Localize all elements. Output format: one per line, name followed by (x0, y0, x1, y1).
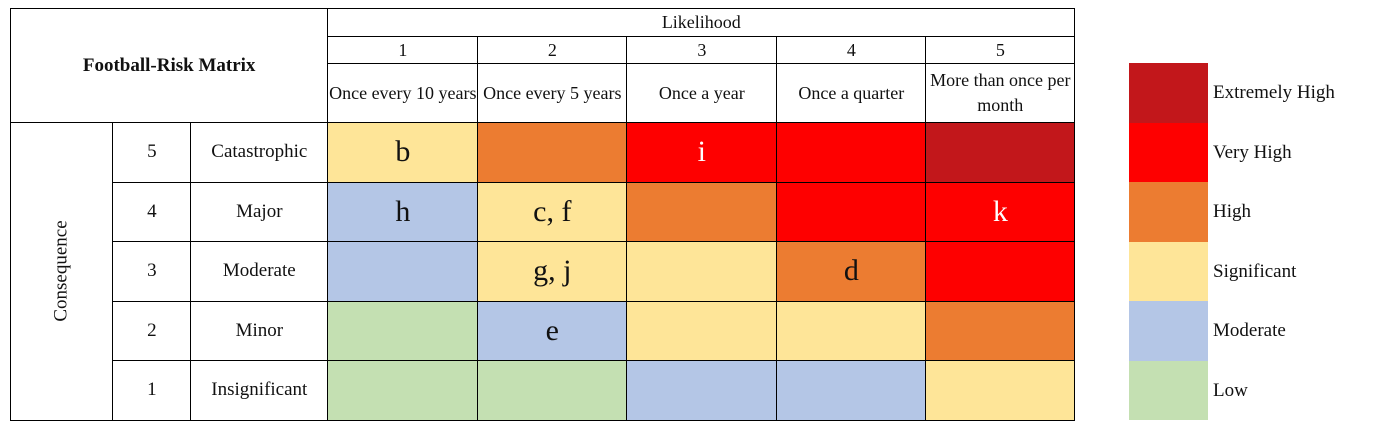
consequence-desc-4: Major (190, 181, 329, 242)
consequence-row-4: 4 Major h c, f k (11, 181, 1076, 242)
legend-label: Significant (1213, 260, 1297, 282)
legend-swatch (1129, 301, 1208, 361)
risk-cell-c5-l2 (477, 122, 628, 183)
risk-item-label: h (395, 194, 411, 228)
risk-cell-c2-l3 (626, 300, 778, 361)
risk-cell-c3-l2: g, j (477, 241, 628, 302)
likelihood-level-5: 5 (925, 36, 1076, 64)
likelihood-desc-3: Once a year (626, 63, 778, 123)
risk-cell-c1-l4 (776, 360, 927, 421)
consequence-level-5: 5 (112, 122, 192, 183)
risk-item-label: g, j (533, 254, 572, 288)
consequence-desc-5: Catastrophic (190, 122, 329, 183)
risk-cell-c1-l3 (626, 360, 778, 421)
likelihood-desc-2: Once every 5 years (477, 63, 628, 123)
risk-item-label: k (992, 194, 1008, 228)
risk-cell-c3-l1 (327, 241, 479, 302)
legend-swatch (1129, 63, 1208, 123)
risk-cell-c2-l2: e (477, 300, 628, 361)
risk-cell-c2-l1 (327, 300, 479, 361)
consequence-level-3: 3 (112, 241, 192, 302)
legend-swatch (1129, 241, 1208, 301)
consequence-level-1: 1 (112, 360, 192, 421)
likelihood-desc-5: More than once per month (925, 63, 1076, 123)
matrix-title: Football-Risk Matrix (9, 8, 329, 123)
likelihood-level-4: 4 (776, 36, 927, 64)
legend-swatch (1129, 122, 1208, 182)
consequence-row-5: Consequence 5 Catastrophic b i (9, 122, 1076, 421)
legend-label: High (1213, 201, 1251, 222)
consequence-row-2: 2 Minor e (11, 300, 1076, 361)
risk-cell-c2-l5 (925, 300, 1076, 361)
risk-cell-c5-l4 (776, 122, 927, 183)
risk-cell-c1-l2 (477, 360, 628, 421)
consequence-level-2: 2 (112, 300, 192, 361)
likelihood-desc-1: Once every 10 years (327, 63, 479, 123)
risk-cell-c4-l4 (776, 181, 927, 242)
legend-label: Moderate (1213, 320, 1286, 341)
risk-item-label: c, f (533, 194, 572, 228)
risk-item-label: e (545, 313, 559, 347)
consequence-row-3: 3 Moderate g, j d (11, 241, 1076, 302)
consequence-desc-2: Minor (190, 300, 329, 361)
risk-cell-c1-l5 (925, 360, 1076, 421)
likelihood-desc-4: Once a quarter (776, 63, 927, 123)
legend-label: Low (1213, 379, 1248, 401)
risk-cell-c4-l2: c, f (477, 181, 628, 242)
risk-cell-c3-l5 (925, 241, 1076, 302)
legend-swatch (1129, 360, 1208, 420)
likelihood-level-1: 1 (327, 36, 479, 64)
risk-cell-c4-l3 (626, 181, 778, 242)
legend-swatch (1129, 182, 1208, 242)
legend-label: Extremely High (1213, 82, 1335, 103)
likelihood-level-3: 3 (626, 36, 778, 64)
risk-matrix-table: Football-Risk Matrix Likelihood 12345 On… (9, 8, 1076, 421)
consequence-axis-label: Consequence (50, 220, 72, 322)
consequence-desc-3: Moderate (190, 241, 329, 302)
risk-cell-c1-l1 (327, 360, 479, 421)
likelihood-level-2: 2 (477, 36, 628, 64)
risk-item-label: d (843, 254, 859, 288)
risk-item-label: b (395, 135, 411, 169)
risk-cell-c5-l5 (925, 122, 1076, 183)
risk-cell-c2-l4 (776, 300, 927, 361)
consequence-level-4: 4 (112, 181, 192, 242)
risk-item-label: i (697, 135, 706, 169)
likelihood-axis-label: Likelihood (327, 8, 1076, 37)
risk-cell-c5-l1: b (327, 122, 479, 183)
risk-cell-c3-l3 (626, 241, 778, 302)
risk-cell-c4-l5: k (925, 181, 1076, 242)
risk-cell-c3-l4: d (776, 241, 927, 302)
likelihood-title-row: Football-Risk Matrix Likelihood (9, 8, 1076, 123)
risk-cell-c4-l1: h (327, 181, 479, 242)
legend-label: Very High (1213, 141, 1292, 163)
consequence-desc-1: Insignificant (190, 360, 329, 421)
consequence-axis: Consequence (9, 122, 114, 421)
consequence-row-1: 1 Insignificant (11, 360, 1076, 421)
risk-cell-c5-l3: i (626, 122, 778, 183)
